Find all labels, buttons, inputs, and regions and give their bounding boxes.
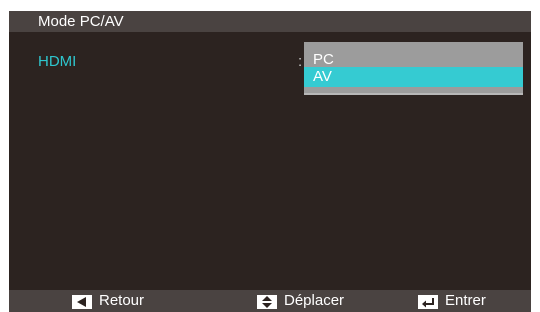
enter-return-icon <box>418 295 438 309</box>
option-pc-label: PC <box>313 51 334 68</box>
move-label: Déplacer <box>284 292 345 309</box>
left-arrow-icon <box>72 295 92 309</box>
hdmi-setting-label[interactable]: HDMI <box>38 53 76 71</box>
title-bar: Mode PC/AV <box>9 11 531 32</box>
setting-separator: : <box>298 53 303 70</box>
mode-dropdown[interactable]: PC AV <box>304 42 523 95</box>
osd-menu-window: Mode PC/AV HDMI : PC AV Retour Déplacer … <box>9 11 531 312</box>
footer-bar: Retour Déplacer Entrer <box>9 290 531 312</box>
back-label: Retour <box>99 292 145 309</box>
menu-title: Mode PC/AV <box>38 13 124 30</box>
option-av-label: AV <box>313 68 332 85</box>
enter-label: Entrer <box>445 292 486 309</box>
up-down-arrow-icon <box>257 295 277 309</box>
option-av-selected[interactable]: AV <box>304 67 523 87</box>
